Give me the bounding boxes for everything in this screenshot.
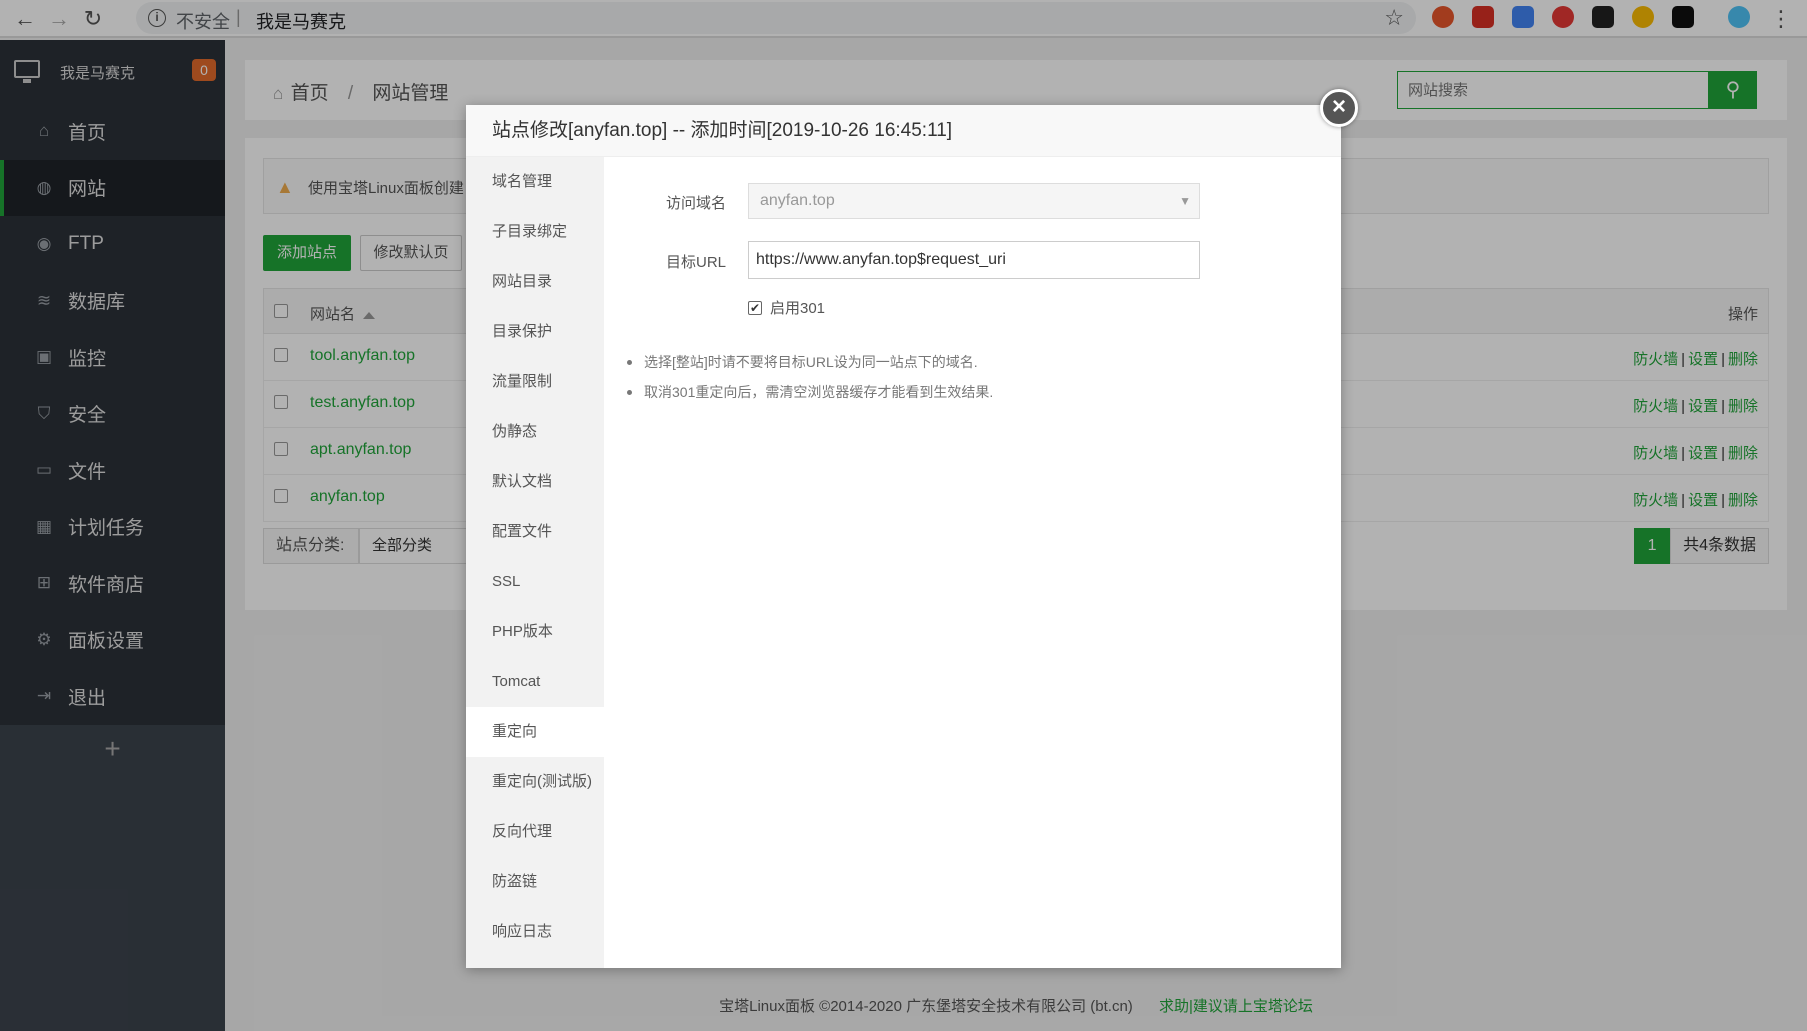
enable-301-label: 启用301 [770, 300, 826, 317]
tab-site-directory[interactable]: 网站目录 [466, 257, 604, 307]
target-url-label: 目标URL [665, 254, 726, 271]
chevron-down-icon: ▼ [1179, 194, 1191, 208]
tab-response-log[interactable]: 响应日志 [466, 907, 604, 957]
domain-select[interactable]: anyfan.top ▼ [748, 183, 1200, 219]
tab-redirect-beta[interactable]: 重定向(测试版) [466, 757, 604, 807]
modal-title: 站点修改[anyfan.top] -- 添加时间[2019-10-26 16:4… [466, 105, 1341, 157]
modal-nav: 域名管理 子目录绑定 网站目录 目录保护 流量限制 伪静态 默认文档 配置文件 … [466, 157, 604, 968]
tab-ssl[interactable]: SSL [466, 557, 604, 607]
domain-value: anyfan.top [760, 192, 835, 209]
domain-label: 访问域名 [665, 195, 726, 212]
close-modal-button[interactable]: × [1320, 89, 1358, 127]
list-item: 选择[整站]时请不要将目标URL设为同一站点下的域名. [624, 347, 1324, 377]
target-url-input[interactable] [748, 241, 1200, 279]
tab-directory-protection[interactable]: 目录保护 [466, 307, 604, 357]
tab-tomcat[interactable]: Tomcat [466, 657, 604, 707]
site-edit-modal: 站点修改[anyfan.top] -- 添加时间[2019-10-26 16:4… [466, 105, 1341, 968]
tab-reverse-proxy[interactable]: 反向代理 [466, 807, 604, 857]
redirect-form: 访问域名 anyfan.top ▼ 目标URL ✔ 启用301 选择[整站]时请… [604, 157, 1341, 968]
tab-traffic-limit[interactable]: 流量限制 [466, 357, 604, 407]
tab-php-version[interactable]: PHP版本 [466, 607, 604, 657]
tab-subdirectory-binding[interactable]: 子目录绑定 [466, 207, 604, 257]
tab-default-document[interactable]: 默认文档 [466, 457, 604, 507]
tab-config-file[interactable]: 配置文件 [466, 507, 604, 557]
checkbox-checked-icon[interactable]: ✔ [748, 300, 762, 315]
help-tips: 选择[整站]时请不要将目标URL设为同一站点下的域名. 取消301重定向后，需清… [624, 347, 1324, 407]
list-item: 取消301重定向后，需清空浏览器缓存才能看到生效结果. [624, 377, 1324, 407]
tab-domain-management[interactable]: 域名管理 [466, 157, 604, 207]
tab-redirect[interactable]: 重定向 [466, 707, 604, 757]
tab-hotlink-protection[interactable]: 防盗链 [466, 857, 604, 907]
tab-rewrite[interactable]: 伪静态 [466, 407, 604, 457]
enable-301-checkbox[interactable]: ✔ 启用301 [748, 297, 825, 318]
